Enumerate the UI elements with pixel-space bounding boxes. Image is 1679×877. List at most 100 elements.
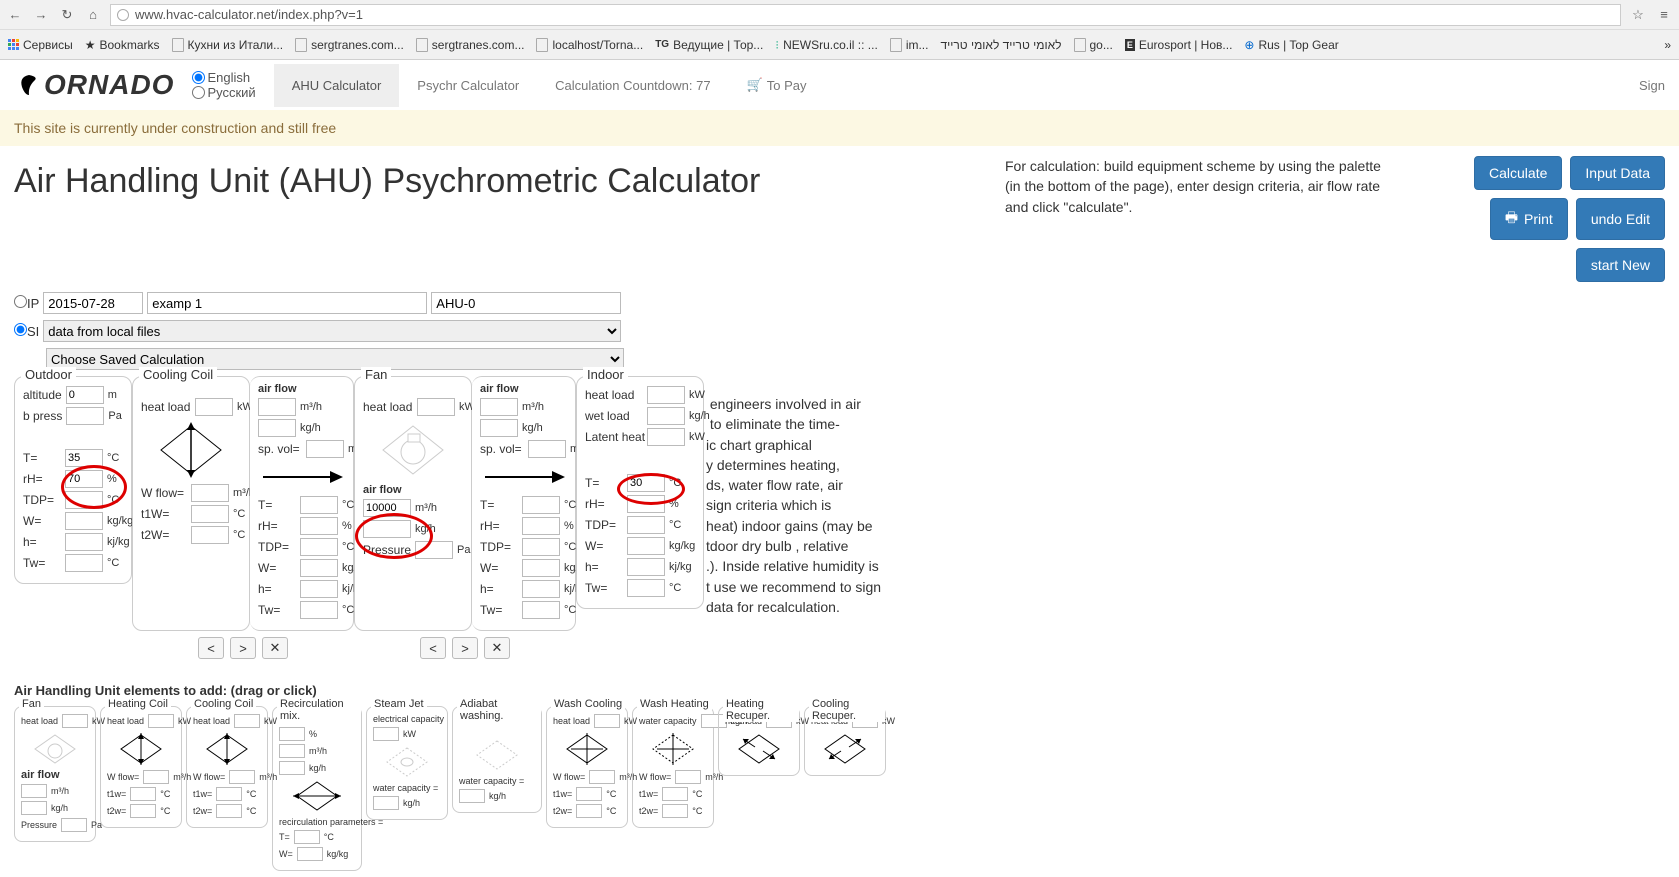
- lang-ru-radio[interactable]: Русский: [192, 85, 255, 100]
- palette-wash-cooling[interactable]: Wash Cooling heat loadkW W flow=m³/h t1w…: [546, 706, 628, 828]
- back-icon[interactable]: ←: [6, 6, 24, 24]
- indoor-h-input[interactable]: [627, 558, 665, 576]
- indoor-tw-input[interactable]: [627, 579, 665, 597]
- forward-icon[interactable]: →: [32, 6, 50, 24]
- outdoor-rh-input[interactable]: [65, 470, 103, 488]
- airflow-m3h-input[interactable]: [258, 398, 296, 416]
- state2-tw-input[interactable]: [522, 601, 560, 619]
- outdoor-w-input[interactable]: [65, 512, 103, 530]
- start-new-button[interactable]: start New: [1576, 248, 1665, 282]
- fan-airflow-kgh-input[interactable]: [363, 520, 411, 538]
- delete-button[interactable]: ✕: [484, 637, 510, 659]
- indoor-tdp-input[interactable]: [627, 516, 665, 534]
- outdoor-tw-input[interactable]: [65, 554, 103, 572]
- indoor-wetload-input[interactable]: [647, 407, 685, 425]
- outdoor-temp-input[interactable]: [65, 449, 103, 467]
- bookmark-item[interactable]: im...: [890, 38, 929, 52]
- to-pay-link[interactable]: 🛒To Pay: [747, 77, 807, 93]
- state2-t-input[interactable]: [522, 496, 560, 514]
- bookmark-item[interactable]: EEurosport | Нов...: [1125, 38, 1233, 52]
- fan-airflow-input[interactable]: [363, 499, 411, 517]
- fan-heatload-input[interactable]: [417, 398, 455, 416]
- altitude-input[interactable]: [66, 386, 104, 404]
- panel-title: Cooling Coil: [139, 367, 217, 382]
- state-tdp-input[interactable]: [300, 538, 338, 556]
- bookmark-item[interactable]: go...: [1074, 38, 1113, 52]
- state-t-input[interactable]: [300, 496, 338, 514]
- bookmark-item[interactable]: localhost/Torna...: [536, 38, 643, 52]
- bookmark-item[interactable]: ⁝NEWSru.co.il :: ...: [775, 38, 878, 52]
- delete-button[interactable]: ✕: [262, 637, 288, 659]
- move-right-button[interactable]: >: [230, 637, 256, 659]
- cc-t2w-input[interactable]: [191, 526, 229, 544]
- state-w-input[interactable]: [300, 559, 338, 577]
- ip-radio[interactable]: IP: [14, 295, 39, 311]
- move-left-button[interactable]: <: [420, 637, 446, 659]
- indoor-w-input[interactable]: [627, 537, 665, 555]
- lang-en-radio[interactable]: English: [192, 70, 255, 85]
- bookmark-star-icon[interactable]: ☆: [1629, 6, 1647, 24]
- state-h-input[interactable]: [300, 580, 338, 598]
- palette-heating-recuper[interactable]: Heating Recuper. heat loadkW: [718, 706, 800, 776]
- spvol2-input[interactable]: [528, 440, 566, 458]
- ahu-canvas: Outdoor altitudem b pressPa T=°C rH=% TD…: [0, 376, 1679, 669]
- state-tw-input[interactable]: [300, 601, 338, 619]
- outdoor-h-input[interactable]: [65, 533, 103, 551]
- date-input[interactable]: [43, 292, 143, 314]
- indoor-t-input[interactable]: [627, 474, 665, 492]
- cc-heatload-input[interactable]: [195, 398, 233, 416]
- move-right-button[interactable]: >: [452, 637, 478, 659]
- airflow-kgh-input[interactable]: [258, 419, 296, 437]
- bookmark-item[interactable]: sergtranes.com...: [416, 38, 525, 52]
- bookmark-item[interactable]: Кухни из Итали...: [172, 38, 284, 52]
- calculate-button[interactable]: Calculate: [1474, 156, 1562, 190]
- bookmark-overflow-icon[interactable]: »: [1664, 38, 1671, 52]
- outdoor-tdp-input[interactable]: [65, 491, 103, 509]
- url-field[interactable]: www.hvac-calculator.net/index.php?v=1: [110, 4, 1621, 26]
- palette-wash-heating[interactable]: Wash Heating water capacitykg/h W flow=m…: [632, 706, 714, 828]
- move-left-button[interactable]: <: [198, 637, 224, 659]
- data-source-select[interactable]: data from local files: [43, 320, 621, 342]
- indoor-latent-input[interactable]: [647, 428, 685, 446]
- palette-heating-coil[interactable]: Heating Coil heat loadkW W flow=m³/h t1w…: [100, 706, 182, 828]
- tab-ahu[interactable]: AHU Calculator: [274, 64, 400, 107]
- palette-cooling-coil[interactable]: Cooling Coil heat loadkW W flow=m³/h t1w…: [186, 706, 268, 828]
- home-icon[interactable]: ⌂: [84, 6, 102, 24]
- state-rh-input[interactable]: [300, 517, 338, 535]
- indoor-heatload-input[interactable]: [647, 386, 685, 404]
- undo-edit-button[interactable]: undo Edit: [1576, 198, 1665, 240]
- bookmark-item[interactable]: ⊕Rus | Top Gear: [1244, 38, 1338, 52]
- apps-button[interactable]: Сервисы: [8, 38, 73, 52]
- bookmark-item[interactable]: TGВедущие | Тор...: [655, 38, 763, 52]
- palette-fan[interactable]: Fan heat loadkW air flow m³/h kg/h Press…: [14, 706, 96, 842]
- palette-adiabat[interactable]: Adiabat washing. water capacity = kg/h: [452, 706, 542, 813]
- palette-recirc-mix[interactable]: Recirculation mix. recirculation flow = …: [272, 706, 362, 871]
- reload-icon[interactable]: ↻: [58, 6, 76, 24]
- state2-tdp-input[interactable]: [522, 538, 560, 556]
- state2-w-input[interactable]: [522, 559, 560, 577]
- state2-h-input[interactable]: [522, 580, 560, 598]
- bpress-input[interactable]: [66, 407, 104, 425]
- palette-cooling-recuper[interactable]: Cooling Recuper. heat loadkW: [804, 706, 886, 776]
- cc-t1w-input[interactable]: [191, 505, 229, 523]
- saved-calc-select[interactable]: Choose Saved Calculation: [46, 348, 624, 370]
- airflow2-m3h-input[interactable]: [480, 398, 518, 416]
- spvol-input[interactable]: [306, 440, 344, 458]
- fan-pressure-input[interactable]: [415, 541, 453, 559]
- bookmark-item[interactable]: לאומי טרייד לאומי טרייד: [940, 38, 1061, 52]
- airflow2-kgh-input[interactable]: [480, 419, 518, 437]
- print-button[interactable]: 🖶Print: [1490, 198, 1568, 240]
- cc-wflow-input[interactable]: [191, 484, 229, 502]
- state2-rh-input[interactable]: [522, 517, 560, 535]
- si-radio[interactable]: SI: [14, 323, 39, 339]
- calc-name-input[interactable]: [147, 292, 427, 314]
- menu-icon[interactable]: ≡: [1655, 6, 1673, 24]
- unit-name-input[interactable]: [431, 292, 621, 314]
- palette-steam-jet[interactable]: Steam Jet electrical capacity kW water c…: [366, 706, 448, 820]
- tab-psychr[interactable]: Psychr Calculator: [399, 64, 537, 107]
- indoor-rh-input[interactable]: [627, 495, 665, 513]
- bookmark-item[interactable]: sergtranes.com...: [295, 38, 404, 52]
- input-data-button[interactable]: Input Data: [1570, 156, 1665, 190]
- sign-link[interactable]: Sign: [1639, 78, 1665, 93]
- bookmark-item[interactable]: ★Bookmarks: [85, 38, 160, 52]
